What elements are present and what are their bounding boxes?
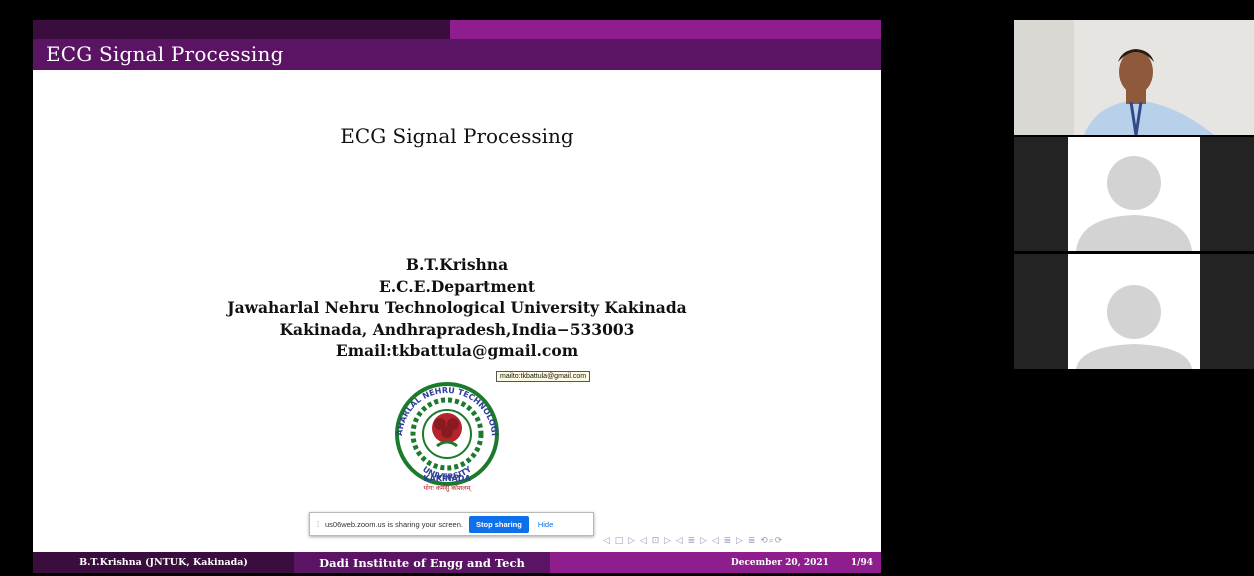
- footer-date: December 20, 2021: [730, 557, 829, 568]
- footer-page-number: 1/94: [850, 557, 873, 568]
- slide-title: ECG Signal Processing: [340, 124, 574, 148]
- presentation-slide: ECG Signal Processing ECG Signal Process…: [33, 20, 881, 573]
- user-avatar-icon: [1076, 285, 1192, 369]
- footer-date-page: December 20, 2021 1/94: [550, 552, 881, 573]
- author-email-link[interactable]: Email:tkbattula@gmail.com: [33, 340, 881, 362]
- footer-institute: Dadi Institute of Engg and Tech: [294, 552, 550, 573]
- drag-handle-icon[interactable]: ⁞: [313, 520, 323, 529]
- footer-author: B.T.Krishna (JNTUK, Kakinada): [33, 552, 294, 573]
- slide-footer: B.T.Krishna (JNTUK, Kakinada) Dadi Insti…: [33, 552, 881, 573]
- participant-video-tile[interactable]: [1014, 20, 1254, 135]
- stop-sharing-button[interactable]: Stop sharing: [469, 515, 529, 533]
- slide-header-title: ECG Signal Processing: [46, 42, 284, 66]
- logo-city-text: KAKINADA: [423, 474, 471, 483]
- author-name: B.T.Krishna: [405, 255, 509, 274]
- screen-share-notification: ⁞ us06web.zoom.us is sharing your screen…: [309, 512, 594, 536]
- author-department: E.C.E.Department: [378, 276, 536, 296]
- participant-tile[interactable]: [1014, 137, 1254, 251]
- author-university: Jawaharlal Nehru Technological Universit…: [227, 298, 687, 317]
- header-band-dark: [33, 20, 450, 39]
- share-message: us06web.zoom.us is sharing your screen.: [325, 519, 463, 529]
- header-band-light: [450, 20, 881, 39]
- user-avatar-icon: [1076, 156, 1192, 251]
- slide-header: ECG Signal Processing: [33, 20, 881, 70]
- speaker-video-icon: [1014, 20, 1254, 135]
- university-logo: JAWAHARLAL NEHRU TECHNOLOGICAL UNIVERSIT…: [382, 380, 499, 492]
- hide-button[interactable]: Hide: [538, 520, 553, 529]
- beamer-navigation-icons[interactable]: ◁ □ ▷ ◁ ⊡ ▷ ◁ ≣ ▷ ◁ ≣ ▷ ≣ ⟲⌕⟳: [603, 536, 783, 548]
- author-block: B.T.Krishna E.C.E.Department Jawaharlal …: [33, 254, 881, 362]
- participant-avatar-background: [1068, 137, 1200, 251]
- logo-motto-text: योगः कर्मसु कौशलम्: [423, 484, 471, 492]
- participant-tile[interactable]: [1014, 254, 1254, 369]
- author-address: Kakinada, Andhrapradesh,India−533003: [279, 319, 635, 339]
- participant-avatar-background: [1068, 254, 1200, 369]
